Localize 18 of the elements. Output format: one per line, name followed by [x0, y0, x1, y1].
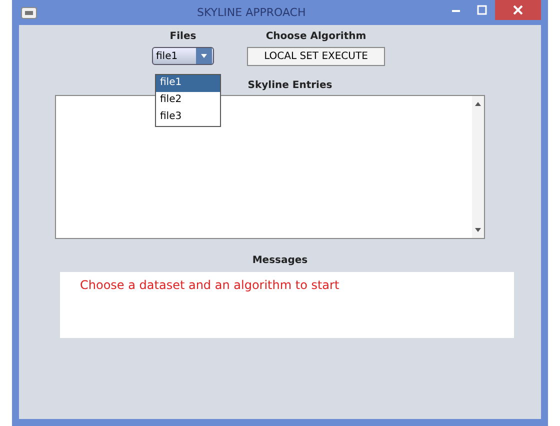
scrollbar[interactable] [472, 96, 484, 238]
maximize-icon [477, 5, 487, 15]
execute-button[interactable]: LOCAL SET EXECUTE [247, 47, 385, 66]
app-icon [21, 6, 37, 18]
file-dropdown[interactable]: file1 [152, 47, 214, 65]
scroll-up-icon[interactable] [474, 100, 482, 108]
dropdown-option[interactable]: file3 [156, 109, 220, 126]
dropdown-option[interactable]: file1 [156, 75, 220, 92]
skyline-label: Skyline Entries [248, 80, 332, 91]
messages-label: Messages [252, 255, 308, 266]
close-button[interactable] [495, 0, 541, 20]
message-text: Choose a dataset and an algorithm to start [80, 278, 340, 292]
dropdown-option[interactable]: file2 [156, 92, 220, 109]
files-label: Files [170, 31, 196, 42]
algorithm-label: Choose Algorithm [266, 31, 366, 42]
window-title: SKYLINE APPROACH [197, 6, 306, 19]
close-icon [513, 5, 523, 15]
scroll-down-icon[interactable] [474, 226, 482, 234]
